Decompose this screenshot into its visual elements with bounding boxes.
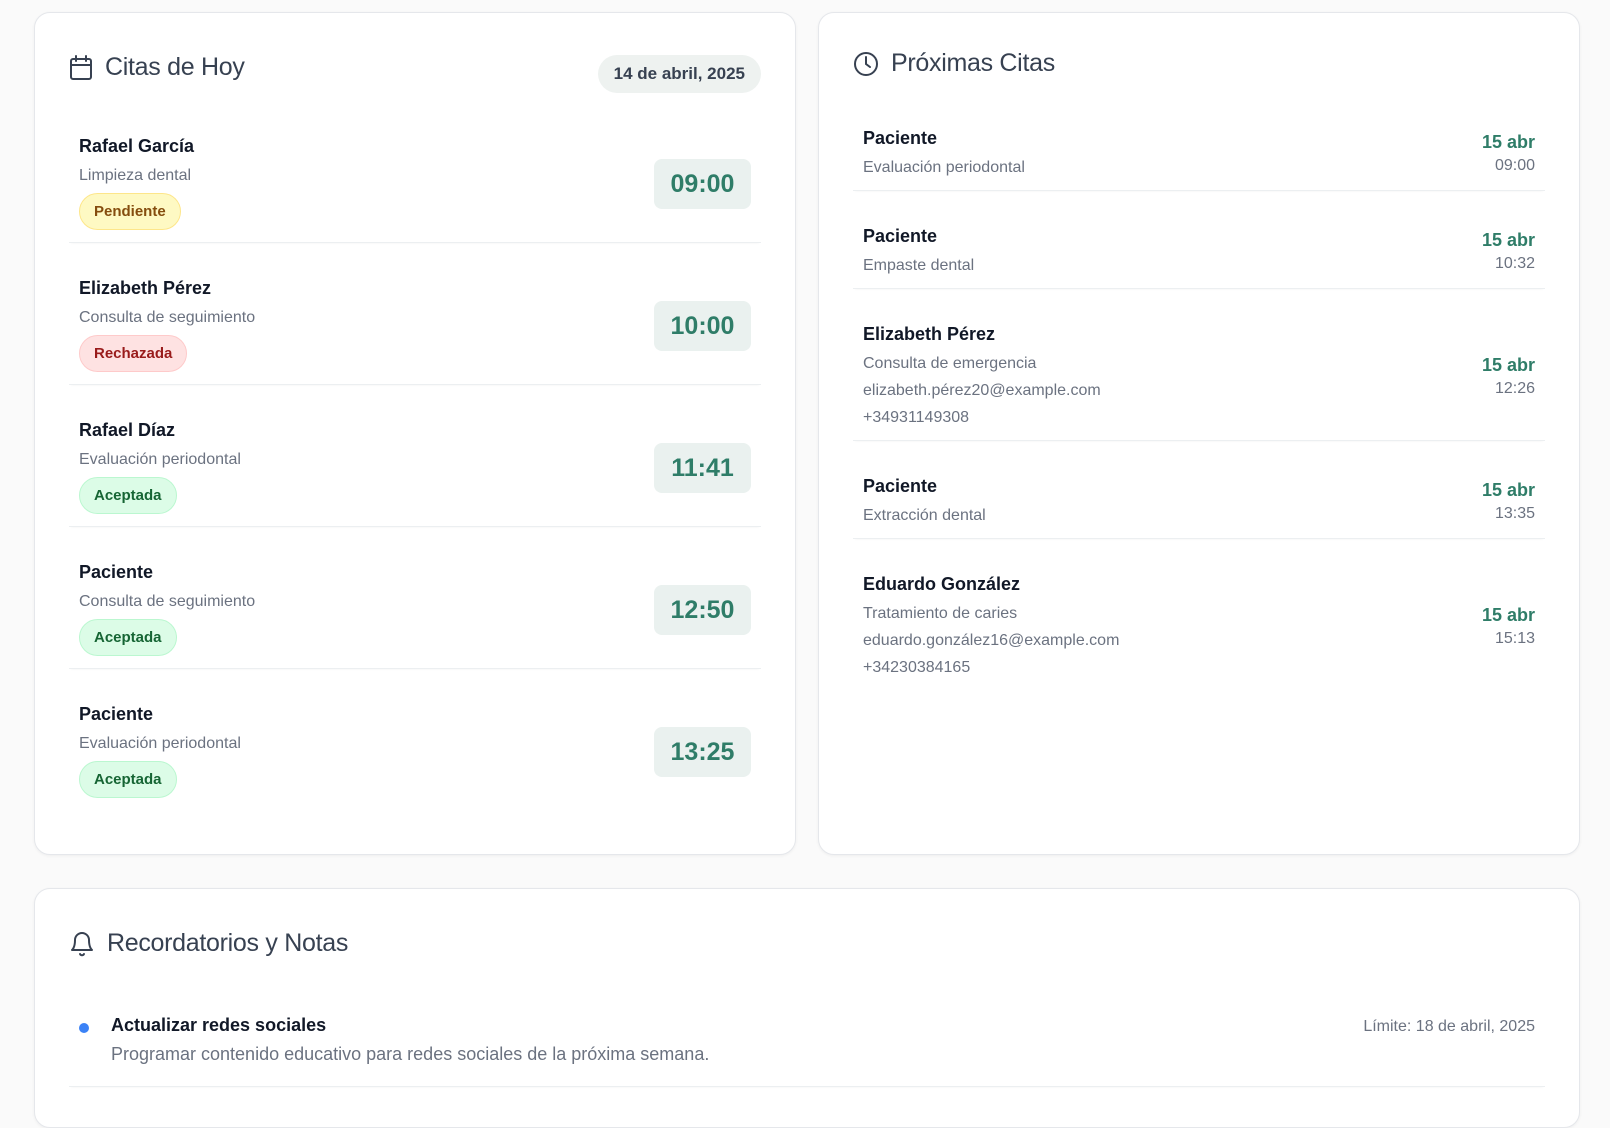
- patient-name: Elizabeth Pérez: [79, 278, 212, 298]
- status-badge: Rechazada: [79, 335, 188, 372]
- appointment-time: 09:00: [1494, 157, 1535, 174]
- patient-email: elizabeth.pérez20@example.com: [863, 382, 1101, 399]
- appointment-time: 10:32: [1494, 255, 1535, 272]
- appointment-row[interactable]: Rafael Díaz Evaluación periodontal Acept…: [69, 415, 761, 527]
- appointment-time: 09:00: [654, 159, 751, 209]
- appointment-day: 15 abr: [1481, 230, 1535, 250]
- procedure: Consulta de emergencia: [863, 355, 1037, 372]
- reminder-item[interactable]: Actualizar redes sociales Programar cont…: [69, 1007, 1545, 1087]
- patient-email: eduardo.gonzález16@example.com: [863, 632, 1120, 649]
- upcoming-header: Próximas Citas: [853, 49, 1545, 78]
- reminder-description: Programar contenido educativo para redes…: [111, 1044, 710, 1064]
- status-badge: Aceptada: [79, 619, 177, 656]
- patient-name: Eduardo González: [863, 574, 1021, 594]
- appointment-row[interactable]: Rafael García Limpieza dental Pendiente …: [69, 131, 761, 243]
- procedure: Empaste dental: [863, 257, 975, 274]
- appointment-row[interactable]: Paciente Evaluación periodontal Aceptada…: [69, 699, 761, 811]
- appointment-row[interactable]: Elizabeth Pérez Consulta de seguimiento …: [69, 273, 761, 385]
- appointment-day: 15 abr: [1481, 355, 1535, 375]
- appointment-time: 11:41: [654, 443, 751, 493]
- today-title: Citas de Hoy: [105, 53, 245, 81]
- patient-name: Paciente: [79, 704, 154, 724]
- patient-name: Paciente: [863, 226, 938, 246]
- patient-name: Paciente: [863, 128, 938, 148]
- appointment-row[interactable]: Paciente Consulta de seguimiento Aceptad…: [69, 557, 761, 669]
- reminders-title: Recordatorios y Notas: [107, 929, 349, 957]
- patient-name: Paciente: [79, 562, 154, 582]
- appointment-day: 15 abr: [1481, 605, 1535, 625]
- upcoming-item[interactable]: Paciente Empaste dental 15 abr 10:32: [853, 221, 1545, 289]
- calendar-icon: [69, 54, 93, 81]
- status-badge: Pendiente: [79, 193, 181, 230]
- procedure: Tratamiento de caries: [863, 605, 1018, 622]
- appointment-time: 12:50: [654, 585, 751, 635]
- reminder-title: Actualizar redes sociales: [111, 1015, 327, 1035]
- upcoming-item[interactable]: Eduardo González Tratamiento de caries e…: [853, 569, 1545, 691]
- patient-phone: +34230384165: [863, 659, 971, 676]
- upcoming-item[interactable]: Elizabeth Pérez Consulta de emergencia e…: [853, 319, 1545, 441]
- upcoming-title: Próximas Citas: [891, 49, 1055, 77]
- today-appointments-card: Citas de Hoy 14 de abril, 2025 Rafael Ga…: [34, 12, 796, 855]
- reminder-dot: [79, 1023, 89, 1033]
- clock-icon: [853, 51, 879, 77]
- patient-phone: +34931149308: [863, 409, 970, 426]
- appointment-time: 12:26: [1494, 380, 1535, 397]
- status-badge: Aceptada: [79, 761, 177, 798]
- procedure: Limpieza dental: [79, 167, 192, 184]
- appointment-time: 13:25: [654, 727, 751, 777]
- reminders-card: Recordatorios y Notas Actualizar redes s…: [34, 888, 1580, 1128]
- procedure: Evaluación periodontal: [79, 451, 241, 468]
- upcoming-item[interactable]: Paciente Extracción dental 15 abr 13:35: [853, 471, 1545, 539]
- upcoming-item[interactable]: Paciente Evaluación periodontal 15 abr 0…: [853, 123, 1545, 191]
- appointment-day: 15 abr: [1481, 480, 1535, 500]
- appointment-time: 10:00: [654, 301, 751, 351]
- upcoming-appointments-card: Próximas Citas Paciente Evaluación perio…: [818, 12, 1580, 855]
- procedure: Consulta de seguimiento: [79, 593, 256, 610]
- procedure: Consulta de seguimiento: [79, 309, 256, 326]
- procedure: Evaluación periodontal: [863, 159, 1025, 176]
- appointment-time: 15:13: [1494, 630, 1535, 647]
- procedure: Evaluación periodontal: [79, 735, 241, 752]
- procedure: Extracción dental: [863, 507, 986, 524]
- patient-name: Rafael García: [79, 136, 195, 156]
- today-date-badge: 14 de abril, 2025: [597, 55, 761, 93]
- patient-name: Rafael Díaz: [79, 420, 176, 440]
- patient-name: Elizabeth Pérez: [863, 324, 996, 344]
- reminder-deadline: Límite: 18 de abril, 2025: [1363, 1018, 1535, 1035]
- patient-name: Paciente: [863, 476, 938, 496]
- appointment-day: 15 abr: [1481, 132, 1535, 152]
- reminders-header: Recordatorios y Notas: [69, 929, 1545, 958]
- appointment-time: 13:35: [1494, 505, 1535, 522]
- status-badge: Aceptada: [79, 477, 177, 514]
- bell-icon: [69, 930, 95, 958]
